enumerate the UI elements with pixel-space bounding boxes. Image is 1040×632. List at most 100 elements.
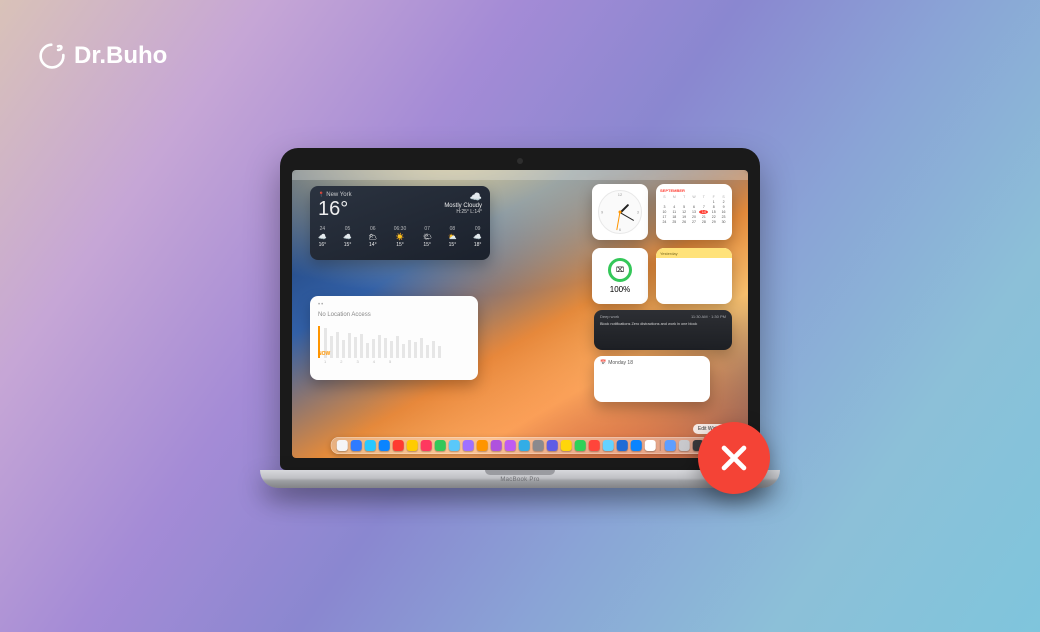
dock-app-icon[interactable]	[505, 440, 516, 451]
hour-time: 06	[370, 226, 376, 232]
dock-app-icon[interactable]	[337, 440, 348, 451]
calendar-day: 26	[680, 220, 689, 224]
dock-app-icon[interactable]	[351, 440, 362, 451]
dock-app-icon[interactable]	[477, 440, 488, 451]
calendar-day: 9	[719, 205, 728, 209]
calendar-day: 6	[690, 205, 699, 209]
battery-widget[interactable]: ⌧ 100%	[592, 248, 648, 304]
calendar-grid: SMTWTFS123456789101112131415161718192021…	[660, 195, 728, 225]
calendar-day: 13	[690, 210, 699, 214]
calendar-dow: M	[670, 195, 679, 199]
dock-app-icon[interactable]	[561, 440, 572, 451]
weather-hour-icon: ☁️	[473, 233, 482, 241]
dock-app-icon[interactable]	[645, 440, 656, 451]
weather-hour-icon: ☁️	[318, 233, 327, 241]
dock-app-icon[interactable]	[664, 440, 675, 451]
clock-widget[interactable]: 12 3 6 9	[592, 184, 648, 240]
calendar-day: 15	[709, 210, 718, 214]
dock-app-icon[interactable]	[365, 440, 376, 451]
screentime-bar	[372, 339, 375, 358]
calendar-dow: W	[690, 195, 699, 199]
clock-numeral: 3	[637, 210, 639, 215]
axis-tick: 3	[356, 359, 358, 364]
focus-widget[interactable]: Deep work 11:30 AM · 1:30 PM Block notif…	[594, 310, 732, 350]
dock-app-icon[interactable]	[617, 440, 628, 451]
clock-minute-hand	[620, 212, 634, 221]
screentime-now-label: NOW	[318, 351, 470, 357]
dock-app-icon[interactable]	[379, 440, 390, 451]
dock-app-icon[interactable]	[491, 440, 502, 451]
screentime-bar	[414, 342, 417, 358]
calendar-day: 11	[670, 210, 679, 214]
calendar-day: 18	[670, 215, 679, 219]
laptop-model-label: MacBook Pro	[500, 477, 539, 483]
calendar-day	[660, 200, 669, 204]
macos-dock[interactable]	[331, 437, 710, 454]
calendar-widget[interactable]: SEPTEMBER SMTWTFS12345678910111213141516…	[656, 184, 732, 240]
calendar-dow: S	[719, 195, 728, 199]
dock-app-icon[interactable]	[519, 440, 530, 451]
calendar-day: 21	[699, 215, 708, 219]
weather-hour-item: 06🌥14°	[368, 226, 377, 248]
weather-temperature: 16°	[318, 198, 352, 220]
calendar-day: 8	[709, 205, 718, 209]
screentime-bar	[384, 338, 387, 358]
weather-widget[interactable]: New York 16° ☁️ Mostly Cloudy H:25° L:14…	[310, 186, 490, 260]
analog-clock-icon: 12 3 6 9	[598, 190, 642, 234]
calendar-dow: T	[680, 195, 689, 199]
dock-app-icon[interactable]	[421, 440, 432, 451]
screentime-widget[interactable]: •• No Location Access NOW 12345	[310, 296, 478, 380]
page-background: Dr.Buho New York 16° ☁️ Mostly Cloud	[0, 0, 1040, 632]
brand-name: Dr.Buho	[74, 42, 167, 70]
brand-mark-icon	[38, 42, 66, 70]
dock-app-icon[interactable]	[449, 440, 460, 451]
laptop-notch	[485, 470, 555, 475]
calendar-day: 19	[680, 215, 689, 219]
calendar-day: 5	[680, 205, 689, 209]
weather-hour-icon: ☁️	[343, 233, 352, 241]
axis-tick: 5	[389, 359, 391, 364]
hour-temp: 15°	[396, 242, 404, 248]
agenda-widget[interactable]: Monday 18	[594, 356, 710, 402]
screentime-bar	[366, 343, 369, 358]
dock-app-icon[interactable]	[547, 440, 558, 451]
dock-app-icon[interactable]	[631, 440, 642, 451]
clock-numeral: 9	[601, 210, 603, 215]
dock-app-icon[interactable]	[589, 440, 600, 451]
weather-hilo: H:25° L:14°	[444, 209, 482, 215]
laptop-frame: New York 16° ☁️ Mostly Cloudy H:25° L:14…	[280, 148, 760, 488]
dock-app-icon[interactable]	[393, 440, 404, 451]
close-icon	[717, 441, 751, 475]
calendar-day	[699, 200, 708, 204]
calendar-day: 3	[660, 205, 669, 209]
error-badge	[698, 422, 770, 494]
calendar-day: 22	[709, 215, 718, 219]
calendar-day	[670, 200, 679, 204]
dock-app-icon[interactable]	[435, 440, 446, 451]
screentime-bar	[342, 340, 345, 358]
dock-app-icon[interactable]	[678, 440, 689, 451]
calendar-day: 7	[699, 205, 708, 209]
calendar-dow: T	[699, 195, 708, 199]
notes-header: Yesterday	[656, 248, 732, 258]
dock-app-icon[interactable]	[463, 440, 474, 451]
screentime-bar	[336, 332, 339, 358]
weather-hour-icon: 🌤	[423, 233, 432, 241]
dock-app-icon[interactable]	[533, 440, 544, 451]
hour-temp: 15°	[449, 242, 457, 248]
focus-description: Block notifications Zero distractions an…	[600, 322, 726, 327]
dock-app-icon[interactable]	[407, 440, 418, 451]
battery-ring-icon: ⌧	[608, 258, 632, 282]
screentime-bar	[354, 337, 357, 358]
laptop-glyph-icon: ⌧	[616, 266, 624, 274]
dock-separator	[660, 440, 661, 451]
clock-numeral: 12	[618, 192, 622, 197]
calendar-day: 20	[690, 215, 699, 219]
weather-hour-icon: ☀️	[396, 233, 405, 241]
calendar-day: 12	[680, 210, 689, 214]
battery-percent: 100%	[610, 285, 630, 294]
dock-app-icon[interactable]	[575, 440, 586, 451]
notes-widget[interactable]: Yesterday	[656, 248, 732, 304]
dock-app-icon[interactable]	[603, 440, 614, 451]
clock-numeral: 6	[619, 227, 621, 232]
